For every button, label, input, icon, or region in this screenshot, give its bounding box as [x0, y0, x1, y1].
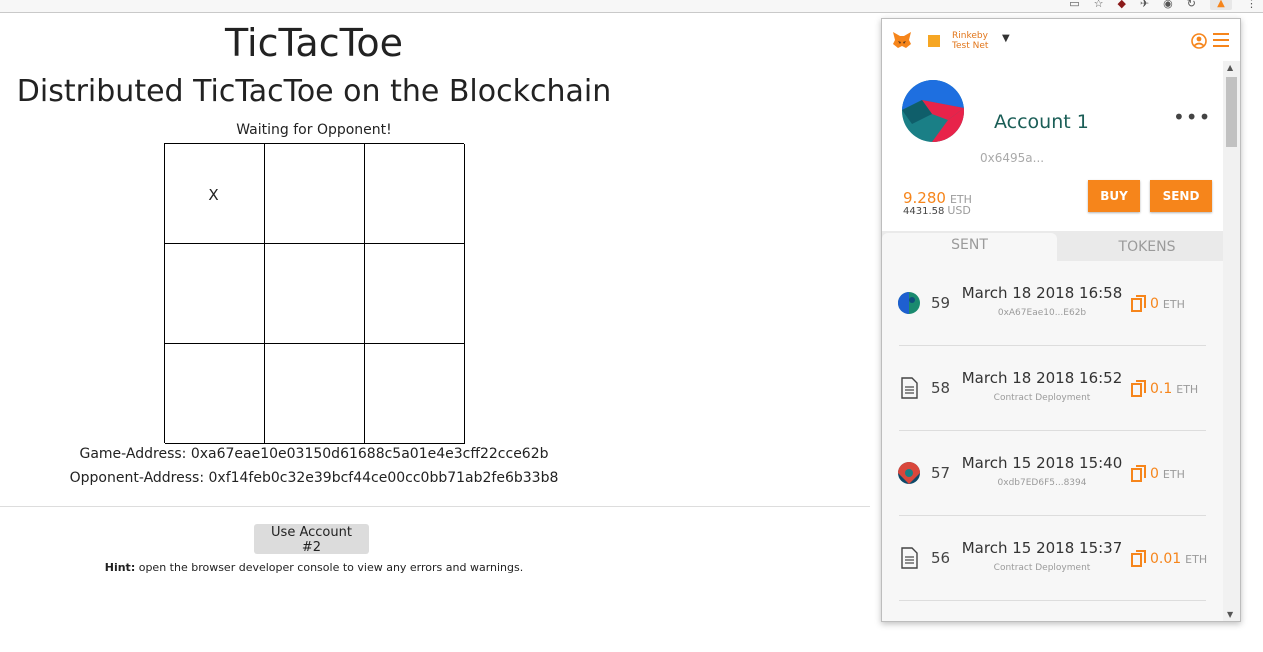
popup-scrollbar[interactable]: ▲ ▼ [1223, 61, 1240, 621]
transaction-amount-value: 0 [1150, 296, 1159, 312]
transaction-amount-unit: ETH [1162, 298, 1185, 311]
browser-extension-icons: ▭ ☆ ◆ ✈ ◉ ↻ ▲ ⋮ [1069, 0, 1263, 11]
menu-hamburger-icon[interactable] [1213, 33, 1229, 47]
row-divider [899, 600, 1206, 601]
transaction-recipient: Contract Deployment [993, 393, 1091, 403]
transaction-amount-value: 0 [1150, 466, 1159, 482]
transaction-amount: 0 ETH [1150, 466, 1212, 482]
metamask-header: Rinkeby Test Net ▼ [882, 19, 1240, 62]
board-cell[interactable] [365, 244, 465, 344]
sync-extension-icon[interactable]: ↻ [1187, 0, 1196, 10]
transaction-amount: 0.01 ETH [1150, 551, 1212, 567]
scroll-up-arrow-icon[interactable]: ▲ [1227, 63, 1233, 72]
extension-icon[interactable]: ✈ [1140, 0, 1149, 10]
transaction-date: March 15 2018 15:37 [961, 539, 1123, 557]
page-title: TicTacToe [225, 21, 403, 65]
usd-balance-unit: USD [947, 204, 971, 217]
send-button[interactable]: SEND [1150, 180, 1212, 212]
transaction-list: 59 March 18 2018 16:58 0xA67Eae10...E62b… [882, 261, 1223, 621]
transaction-row[interactable]: 59 March 18 2018 16:58 0xA67Eae10...E62b… [882, 261, 1223, 346]
metamask-body: Account 1 ••• 0x6495a... 9.280 ETH 4431.5… [882, 61, 1223, 621]
scroll-down-arrow-icon[interactable]: ▼ [1227, 610, 1233, 619]
board-cell[interactable] [165, 344, 265, 444]
transaction-nonce: 59 [931, 294, 951, 312]
board-cell[interactable] [265, 244, 365, 344]
transaction-date: March 15 2018 15:40 [961, 454, 1123, 472]
main-page: TicTacToe Distributed TicTacToe on the B… [0, 12, 870, 652]
account-section: Account 1 ••• 0x6495a... 9.280 ETH 4431.5… [882, 61, 1223, 231]
activity-tabs: SENT TOKENS [882, 231, 1223, 261]
usd-balance: 4431.58 USD [903, 204, 971, 217]
copy-icon[interactable] [1131, 295, 1147, 312]
hint-label: Hint: [104, 561, 136, 574]
transaction-date: March 18 2018 16:52 [961, 369, 1123, 387]
transaction-amount-unit: ETH [1162, 468, 1185, 481]
tab-tokens[interactable]: TOKENS [1062, 237, 1232, 257]
page-subtitle: Distributed TicTacToe on the Blockchain [16, 74, 612, 109]
hint-text: Hint: open the browser developer console… [0, 561, 628, 574]
copy-icon[interactable] [1131, 550, 1147, 567]
bookmark-star-icon[interactable]: ☆ [1094, 0, 1104, 10]
board-cell[interactable] [265, 144, 365, 244]
contract-document-icon [901, 377, 918, 399]
buy-button[interactable]: BUY [1088, 180, 1140, 212]
transaction-amount: 0.1 ETH [1150, 381, 1212, 397]
account-switch-icon[interactable] [1190, 32, 1208, 50]
network-indicator-icon[interactable] [928, 35, 940, 47]
cast-icon[interactable]: ▭ [1069, 0, 1079, 10]
board-cell[interactable] [265, 344, 365, 444]
contract-document-icon [901, 547, 918, 569]
transaction-nonce: 58 [931, 379, 951, 397]
account-options-icon[interactable]: ••• [1173, 105, 1211, 129]
account-avatar-identicon [902, 80, 964, 142]
network-name-line1: Rinkeby [952, 31, 988, 41]
board-cell[interactable]: X [165, 144, 265, 244]
transaction-nonce: 57 [931, 464, 951, 482]
transaction-nonce: 56 [931, 549, 951, 567]
game-status: Waiting for Opponent! [236, 122, 392, 138]
transaction-amount-value: 0.01 [1150, 551, 1182, 567]
board-cell[interactable] [365, 344, 465, 444]
account-address[interactable]: 0x6495a... [980, 151, 1044, 165]
hint-body: open the browser developer console to vi… [135, 561, 524, 574]
scrollbar-thumb[interactable] [1226, 77, 1237, 147]
metamask-fox-logo [893, 32, 911, 48]
copy-icon[interactable] [1131, 465, 1147, 482]
transaction-date: March 18 2018 16:58 [961, 284, 1123, 302]
browser-menu-icon[interactable]: ⋮ [1246, 0, 1257, 10]
metamask-popup: Rinkeby Test Net ▼ Account 1 ••• 0x6495a… [881, 18, 1241, 622]
transaction-amount-unit: ETH [1176, 383, 1199, 396]
address-identicon-icon [898, 292, 920, 314]
board-cell[interactable] [165, 244, 265, 344]
usd-balance-value: 4431.58 [903, 206, 945, 217]
transaction-recipient: 0xdb7ED6F5...8394 [997, 478, 1087, 488]
copy-icon[interactable] [1131, 380, 1147, 397]
transaction-row[interactable]: 57 March 15 2018 15:40 0xdb7ED6F5...8394… [882, 431, 1223, 516]
network-name[interactable]: Rinkeby Test Net [952, 31, 988, 51]
transaction-row[interactable]: 56 March 15 2018 15:37 Contract Deployme… [882, 516, 1223, 601]
transaction-recipient: 0xA67Eae10...E62b [997, 308, 1087, 318]
address-identicon-icon [898, 462, 920, 484]
metamask-extension-icon[interactable]: ▲ [1210, 0, 1232, 10]
transaction-amount: 0 ETH [1150, 296, 1212, 312]
network-name-line2: Test Net [952, 41, 989, 51]
use-account-button[interactable]: Use Account #2 [254, 524, 369, 555]
account-name: Account 1 [994, 111, 1089, 133]
transaction-row[interactable]: 58 March 18 2018 16:52 Contract Deployme… [882, 346, 1223, 431]
tab-sent[interactable]: SENT [882, 233, 1057, 261]
opponent-address: Opponent-Address: 0xf14feb0c32e39bcf44ce… [69, 470, 559, 486]
game-address: Game-Address: 0xa67eae10e03150d61688c5a0… [79, 446, 549, 462]
board-cell[interactable] [365, 144, 465, 244]
section-divider [0, 506, 870, 507]
tictactoe-board: X [164, 143, 465, 444]
transaction-recipient: Contract Deployment [993, 563, 1091, 573]
transaction-amount-value: 0.1 [1150, 381, 1173, 397]
info-extension-icon[interactable]: ◉ [1163, 0, 1173, 10]
network-dropdown-caret-icon[interactable]: ▼ [1002, 33, 1010, 44]
shield-extension-icon[interactable]: ◆ [1117, 0, 1125, 10]
transaction-amount-unit: ETH [1185, 553, 1208, 566]
